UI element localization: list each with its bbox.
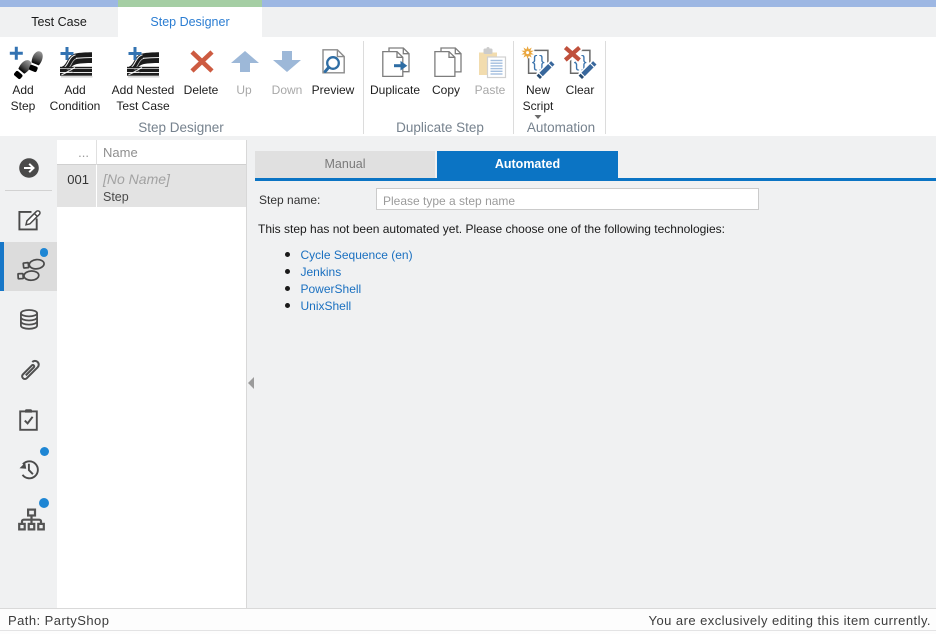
svg-text:{: { xyxy=(532,53,538,71)
